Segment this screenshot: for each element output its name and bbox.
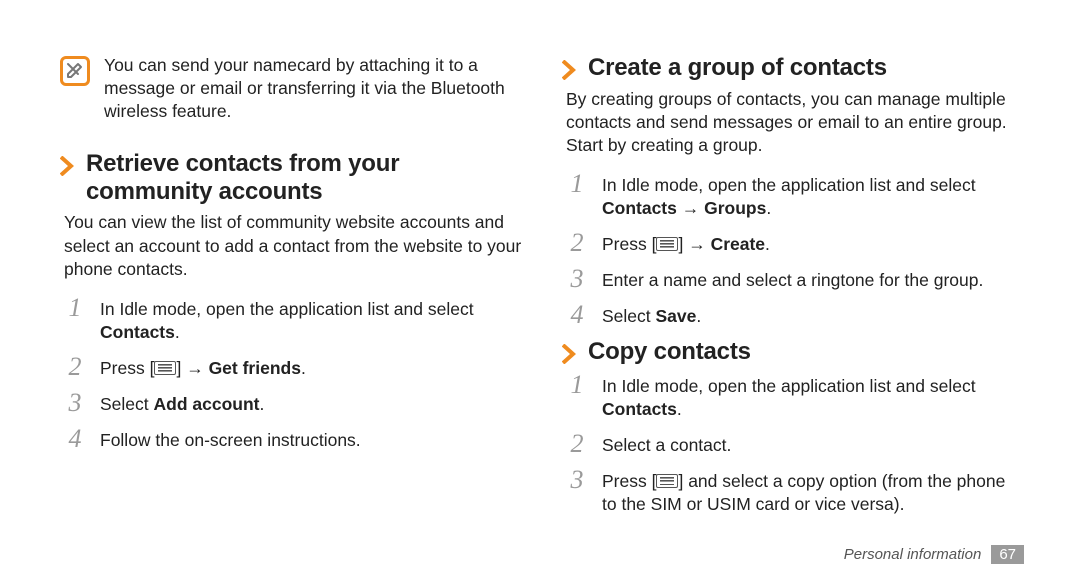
section-heading-retrieve: Retrieve contacts from your community ac… (60, 150, 522, 205)
step-item: 3 Press [] and select a copy option (from… (564, 467, 1024, 516)
step-number: 2 (62, 354, 88, 380)
heading-text: Copy contacts (588, 338, 751, 366)
page-footer: Personal information 67 (844, 545, 1024, 564)
step-text: Follow the on-screen instructions. (100, 426, 361, 452)
step-item: 1 In Idle mode, open the application list… (564, 171, 1024, 220)
footer-section-name: Personal information (844, 546, 982, 563)
section-heading-copy: Copy contacts (562, 338, 1024, 366)
step-item: 3 Enter a name and select a ringtone for … (564, 266, 1024, 292)
step-bold: Get friends (209, 358, 301, 378)
step-bold: Contacts (602, 399, 677, 419)
step-number: 4 (564, 302, 590, 328)
right-column: Create a group of contacts By creating g… (562, 54, 1024, 560)
step-number: 3 (564, 266, 590, 292)
step-item: 1 In Idle mode, open the application list… (564, 372, 1024, 421)
heading-text: Create a group of contacts (588, 54, 887, 82)
step-item: 2 Press [] → Create. (564, 230, 1024, 256)
steps-create-group: 1 In Idle mode, open the application list… (564, 171, 1024, 328)
pencil-check-icon (60, 56, 90, 86)
step-number: 3 (564, 467, 590, 493)
step-number: 2 (564, 431, 590, 457)
step-item: 3 Select Add account. (62, 390, 522, 416)
step-text: Press [] → Get friends. (100, 354, 306, 380)
step-text: Select Add account. (100, 390, 264, 416)
chevron-right-icon (562, 344, 576, 364)
left-column: You can send your namecard by attaching … (60, 54, 522, 560)
step-bold: Contacts (100, 322, 175, 342)
step-item: 1 In Idle mode, open the application list… (62, 295, 522, 344)
menu-icon (656, 237, 678, 251)
step-item: 2 Press [] → Get friends. (62, 354, 522, 380)
step-number: 3 (62, 390, 88, 416)
step-text: In Idle mode, open the application list … (602, 372, 1024, 421)
step-text: Select Save. (602, 302, 701, 328)
step-bold: Contacts → Groups (602, 198, 766, 218)
step-number: 4 (62, 426, 88, 452)
chevron-right-icon (60, 156, 74, 176)
step-number: 1 (564, 171, 590, 197)
menu-icon (656, 474, 678, 488)
step-bold: Save (656, 306, 697, 326)
step-bold: Create (711, 234, 765, 254)
steps-copy: 1 In Idle mode, open the application list… (564, 372, 1024, 516)
tip-box: You can send your namecard by attaching … (60, 54, 522, 122)
footer-page-number: 67 (991, 545, 1024, 564)
step-text: Press [] and select a copy option (from … (602, 467, 1024, 516)
tip-text: You can send your namecard by attaching … (104, 54, 522, 122)
step-item: 2 Select a contact. (564, 431, 1024, 457)
step-item: 4 Follow the on-screen instructions. (62, 426, 522, 452)
step-number: 1 (564, 372, 590, 398)
steps-retrieve: 1 In Idle mode, open the application list… (62, 295, 522, 452)
section-body: By creating groups of contacts, you can … (566, 88, 1024, 157)
step-text: In Idle mode, open the application list … (602, 171, 1024, 220)
chevron-right-icon (562, 60, 576, 80)
step-text: In Idle mode, open the application list … (100, 295, 522, 344)
step-item: 4 Select Save. (564, 302, 1024, 328)
step-bold: Add account (154, 394, 260, 414)
step-text: Enter a name and select a ringtone for t… (602, 266, 983, 292)
menu-icon (154, 361, 176, 375)
step-text: Press [] → Create. (602, 230, 770, 256)
section-body: You can view the list of community websi… (64, 211, 522, 280)
heading-text: Retrieve contacts from your community ac… (86, 150, 522, 205)
step-text: Select a contact. (602, 431, 731, 457)
manual-page: You can send your namecard by attaching … (0, 0, 1080, 586)
step-number: 1 (62, 295, 88, 321)
section-heading-create-group: Create a group of contacts (562, 54, 1024, 82)
step-number: 2 (564, 230, 590, 256)
